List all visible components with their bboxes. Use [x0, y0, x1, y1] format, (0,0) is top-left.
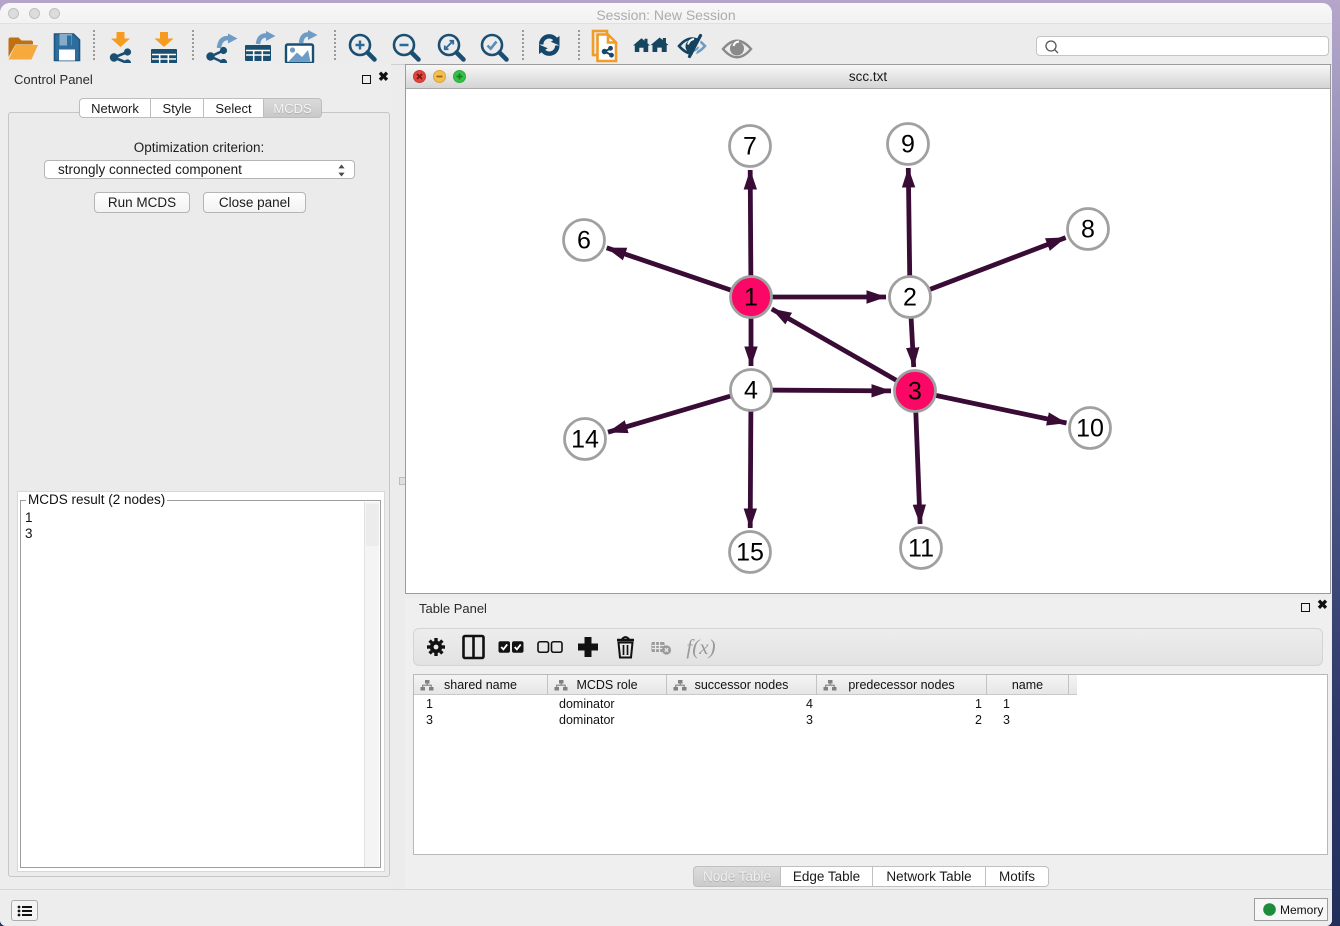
svg-text:14: 14 — [571, 426, 599, 454]
svg-text:9: 9 — [901, 131, 915, 159]
svg-text:2: 2 — [903, 284, 917, 312]
svg-text:15: 15 — [736, 539, 764, 567]
svg-text:7: 7 — [743, 133, 757, 161]
svg-text:4: 4 — [744, 377, 758, 405]
svg-text:10: 10 — [1076, 415, 1104, 443]
svg-text:f(x): f(x) — [686, 635, 715, 659]
svg-text:8: 8 — [1081, 216, 1095, 244]
svg-text:11: 11 — [908, 535, 934, 563]
svg-text:6: 6 — [577, 227, 591, 255]
svg-text:1: 1 — [744, 284, 758, 312]
svg-text:3: 3 — [908, 378, 922, 406]
